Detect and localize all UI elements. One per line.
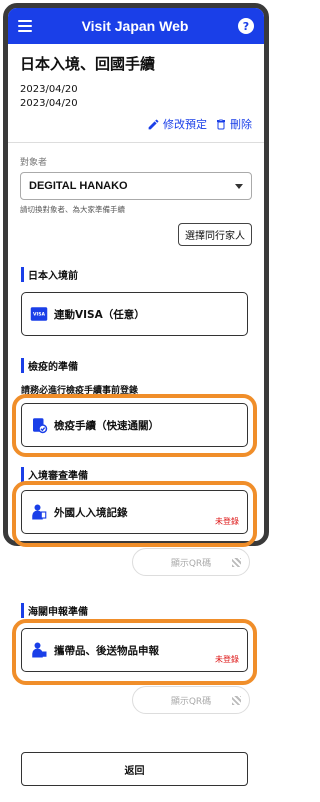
visa-icon: VISA <box>30 307 48 321</box>
target-hint: 請切換對象者、為大家準備手續 <box>20 205 125 214</box>
visa-link-label: 連動VISA（任意） <box>54 308 145 321</box>
date-start: 2023/04/20 <box>20 84 78 95</box>
delete-button[interactable]: 刪除 <box>215 116 252 132</box>
section-heading-customs: 海關申報準備 <box>21 603 88 618</box>
customs-card[interactable]: 攜帶品、後送物品申報 未登錄 <box>21 628 248 672</box>
immigration-label: 外國人入境記錄 <box>54 506 128 519</box>
customs-qr-button[interactable]: 顯示QR碼 <box>132 686 250 714</box>
divider <box>8 142 264 143</box>
qr-icon <box>232 557 241 567</box>
customs-qr-label: 顯示QR碼 <box>170 696 212 707</box>
pencil-icon <box>148 119 159 129</box>
page-title: 日本入境、回國手續 <box>20 55 156 73</box>
delete-label: 刪除 <box>230 118 252 131</box>
help-icon[interactable]: ? <box>237 18 254 34</box>
target-label: 對象者 <box>20 158 48 168</box>
immigration-card[interactable]: 外國人入境記錄 未登錄 <box>21 490 248 534</box>
app-title: Visit Japan Web <box>81 18 189 34</box>
menu-icon[interactable] <box>18 20 32 32</box>
customs-status: 未登錄 <box>215 655 239 664</box>
passport-officer-icon <box>32 504 47 520</box>
immigration-qr-label: 顯示QR碼 <box>170 558 212 569</box>
customs-officer-icon <box>32 642 47 658</box>
target-selected-value: DEGITAL HANAKO <box>29 180 128 192</box>
select-companion-button[interactable]: 選擇同行家人 <box>178 223 252 246</box>
date-end: 2023/04/20 <box>20 98 78 109</box>
quarantine-icon <box>33 418 48 434</box>
section-heading-quarantine: 檢疫的準備 <box>21 358 78 373</box>
edit-plan-button[interactable]: 修改預定 <box>147 116 207 132</box>
section-heading-japan-entry: 日本入境前 <box>21 267 78 282</box>
edit-plan-label: 修改預定 <box>163 118 207 131</box>
immigration-qr-button[interactable]: 顯示QR碼 <box>132 548 250 576</box>
trash-icon <box>217 119 225 129</box>
chevron-down-icon <box>235 183 243 189</box>
back-button[interactable]: 返回 <box>21 752 248 786</box>
visa-link-card[interactable]: VISA 連動VISA（任意） <box>21 292 248 336</box>
quarantine-label: 檢疫手續（快速通關） <box>54 419 159 432</box>
immigration-status: 未登錄 <box>215 517 239 526</box>
section-heading-immigration: 入境審查準備 <box>21 467 88 482</box>
quarantine-card[interactable]: 檢疫手續（快速通關） <box>21 403 248 447</box>
svg-text:VISA: VISA <box>33 312 45 318</box>
customs-label: 攜帶品、後送物品申報 <box>54 644 159 657</box>
app-bar: Visit Japan Web ? <box>8 8 264 44</box>
target-select[interactable]: DEGITAL HANAKO <box>20 172 252 200</box>
qr-icon <box>232 695 241 705</box>
